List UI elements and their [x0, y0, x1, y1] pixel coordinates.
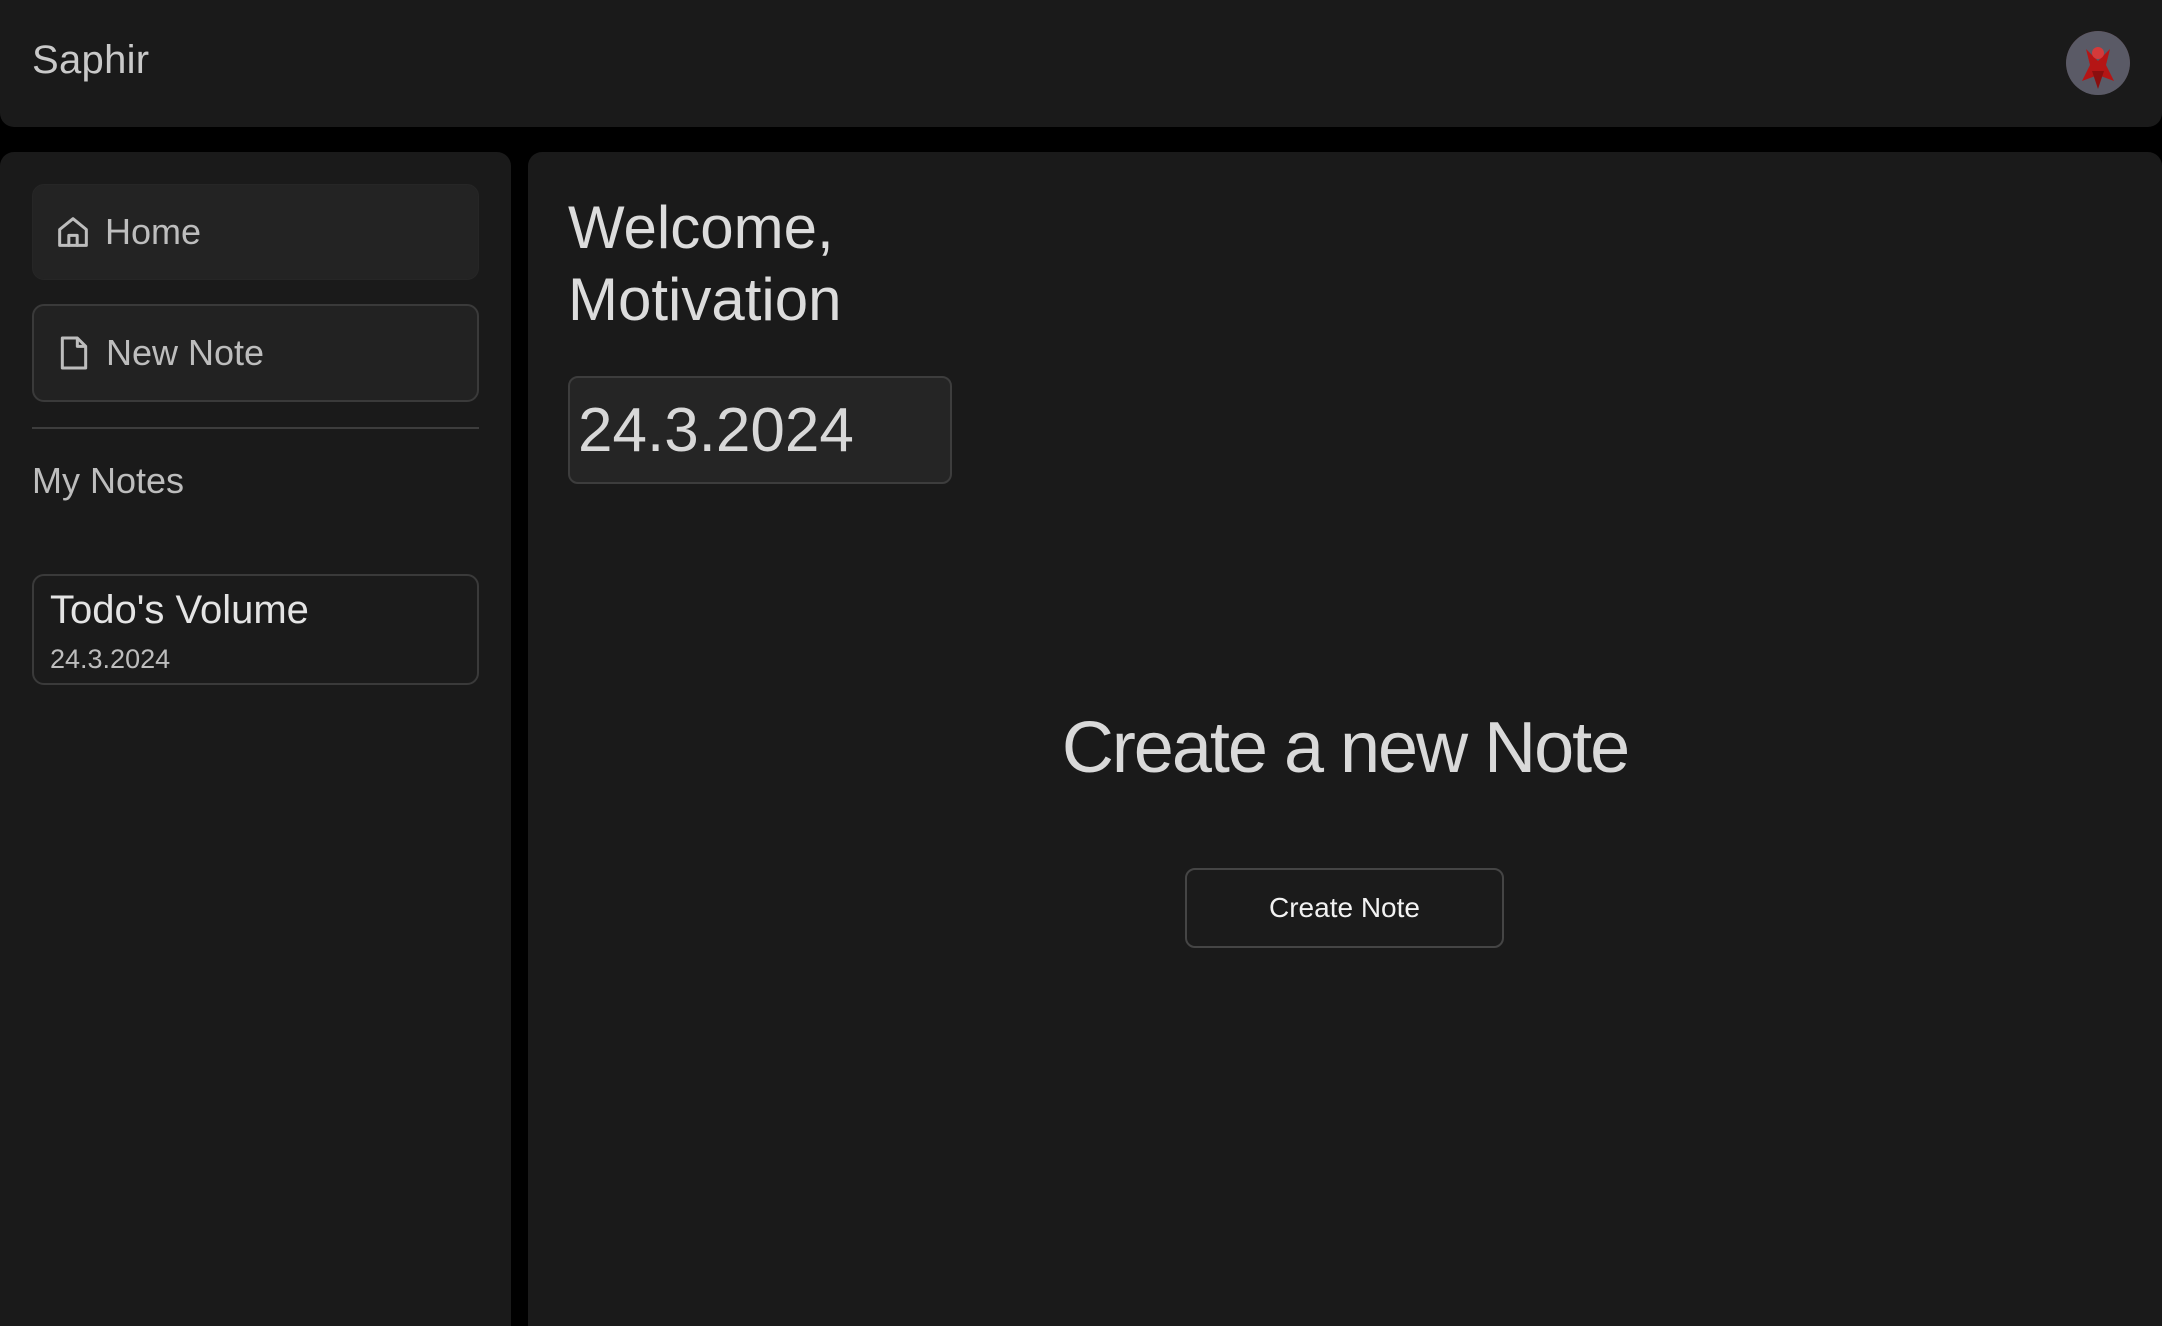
note-date: 24.3.2024	[50, 644, 171, 674]
note-title: Todo's Volume	[50, 588, 309, 632]
top-bar: Saphir	[0, 0, 2162, 127]
sidebar: Home New Note My Notes Todo's Volume 24.…	[0, 152, 511, 1326]
main-panel: Welcome, Motivation 24.3.2024 Create a n…	[528, 152, 2162, 1326]
avatar-figure-icon	[2066, 31, 2130, 95]
note-list-item[interactable]: Todo's Volume 24.3.2024	[32, 574, 479, 685]
welcome-heading: Welcome, Motivation	[568, 194, 842, 333]
current-date-display: 24.3.2024	[568, 376, 952, 484]
sidebar-item-label: Home	[105, 211, 202, 252]
user-avatar[interactable]	[2066, 31, 2130, 95]
create-note-heading: Create a new Note	[1061, 708, 1630, 788]
sidebar-divider	[32, 427, 479, 429]
document-icon	[54, 333, 94, 373]
app-brand[interactable]: Saphir	[32, 38, 149, 83]
sidebar-item-new-note[interactable]: New Note	[32, 304, 479, 402]
home-icon	[53, 212, 93, 252]
my-notes-heading: My Notes	[32, 460, 185, 501]
sidebar-item-label: New Note	[106, 332, 265, 373]
sidebar-item-home[interactable]: Home	[32, 184, 479, 280]
create-note-button[interactable]: Create Note	[1185, 868, 1504, 948]
